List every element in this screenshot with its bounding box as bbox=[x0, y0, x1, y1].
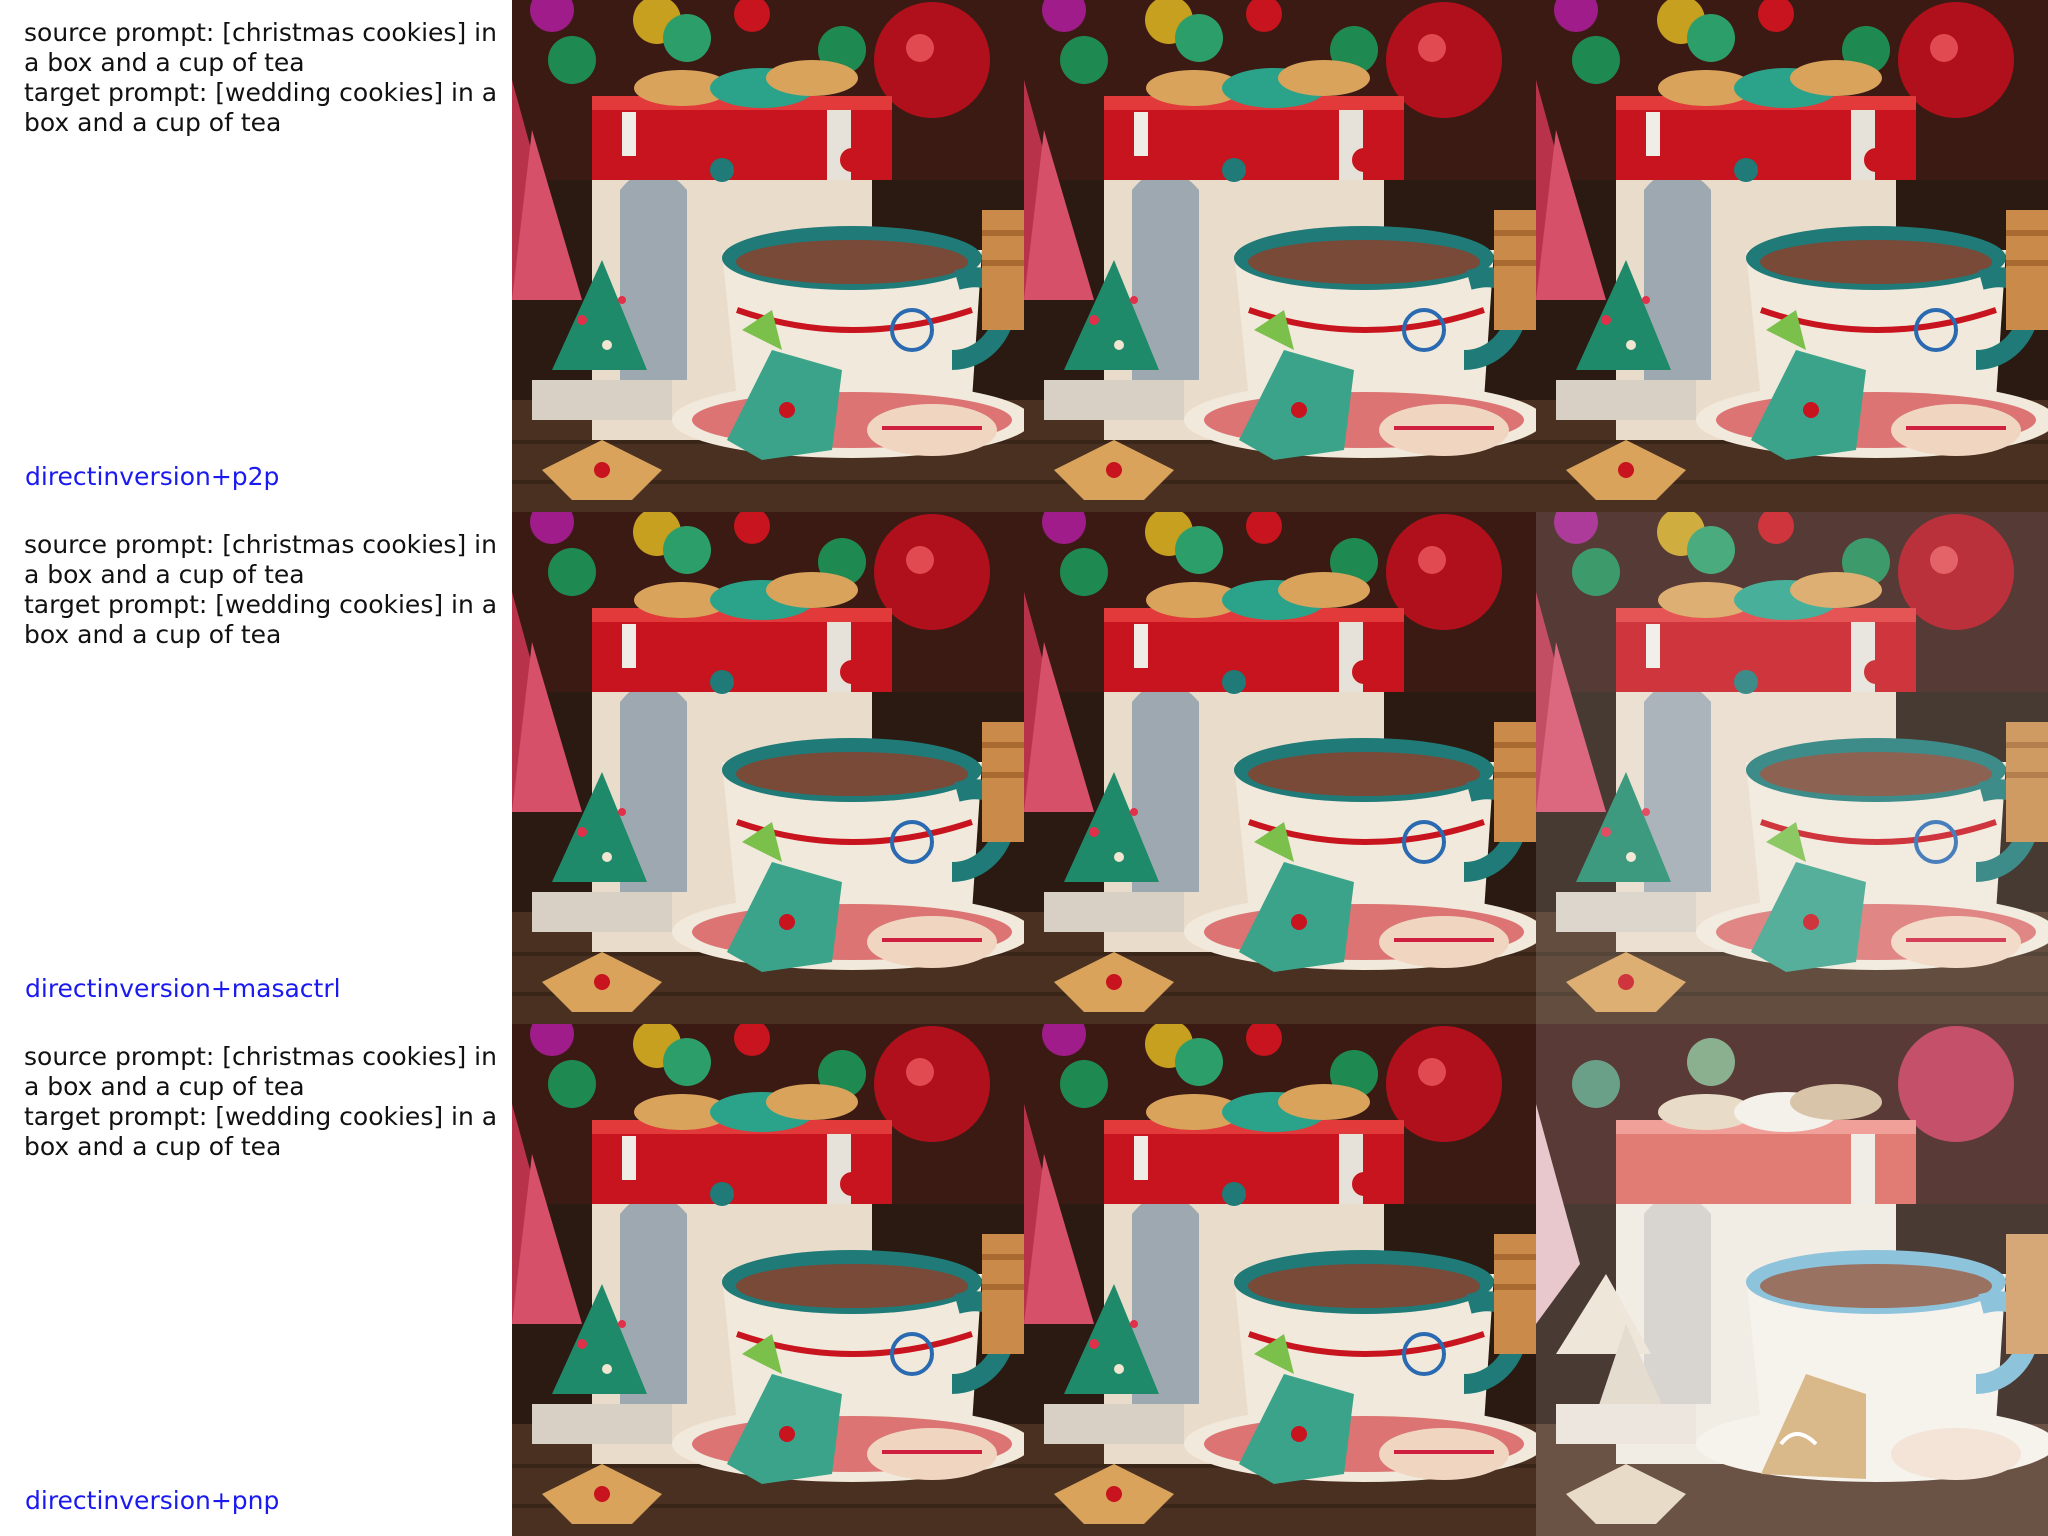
edited-image bbox=[1536, 1024, 2048, 1536]
reconstruction-image bbox=[1024, 1024, 1536, 1536]
edited-image bbox=[1536, 512, 2048, 1024]
source-image bbox=[512, 0, 1024, 512]
source-prompt: source prompt: [christmas cookies] in a … bbox=[24, 1042, 497, 1101]
source-prompt: source prompt: [christmas cookies] in a … bbox=[24, 530, 497, 589]
result-row: source prompt: [christmas cookies] in a … bbox=[0, 1024, 2048, 1536]
result-row: source prompt: [christmas cookies] in a … bbox=[0, 0, 2048, 512]
target-prompt: target prompt: [wedding cookies] in a bo… bbox=[24, 78, 498, 137]
edited-image bbox=[1536, 0, 2048, 512]
prompt-panel: source prompt: [christmas cookies] in a … bbox=[0, 512, 512, 1024]
prompt-text: source prompt: [christmas cookies] in a … bbox=[24, 530, 502, 650]
result-row: source prompt: [christmas cookies] in a … bbox=[0, 512, 2048, 1024]
target-prompt: target prompt: [wedding cookies] in a bo… bbox=[24, 1102, 498, 1161]
reconstruction-image bbox=[1024, 0, 1536, 512]
method-label: directinversion+pnp bbox=[25, 1486, 280, 1515]
target-prompt: target prompt: [wedding cookies] in a bo… bbox=[24, 590, 498, 649]
source-image bbox=[512, 1024, 1024, 1536]
source-prompt: source prompt: [christmas cookies] in a … bbox=[24, 18, 497, 77]
prompt-panel: source prompt: [christmas cookies] in a … bbox=[0, 1024, 512, 1536]
prompt-panel: source prompt: [christmas cookies] in a … bbox=[0, 0, 512, 512]
method-label: directinversion+masactrl bbox=[25, 974, 341, 1003]
source-image bbox=[512, 512, 1024, 1024]
prompt-text: source prompt: [christmas cookies] in a … bbox=[24, 1042, 502, 1162]
method-label: directinversion+p2p bbox=[25, 462, 280, 491]
prompt-text: source prompt: [christmas cookies] in a … bbox=[24, 18, 502, 138]
comparison-grid: source prompt: [christmas cookies] in a … bbox=[0, 0, 2048, 1536]
reconstruction-image bbox=[1024, 512, 1536, 1024]
